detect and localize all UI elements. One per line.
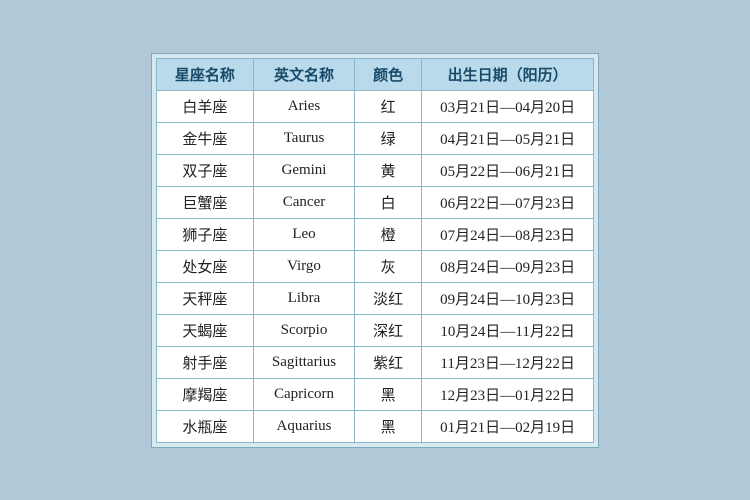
- column-header: 颜色: [355, 58, 422, 90]
- table-cell: Leo: [253, 218, 354, 250]
- table-cell: 处女座: [156, 250, 253, 282]
- table-cell: Sagittarius: [253, 346, 354, 378]
- table-cell: 狮子座: [156, 218, 253, 250]
- table-cell: 黑: [355, 378, 422, 410]
- column-header: 出生日期（阳历）: [422, 58, 594, 90]
- table-cell: Capricorn: [253, 378, 354, 410]
- table-header-row: 星座名称英文名称颜色出生日期（阳历）: [156, 58, 593, 90]
- table-cell: 绿: [355, 122, 422, 154]
- table-row: 水瓶座Aquarius黑01月21日—02月19日: [156, 410, 593, 442]
- table-cell: 10月24日—11月22日: [422, 314, 594, 346]
- table-cell: 紫红: [355, 346, 422, 378]
- table-cell: 双子座: [156, 154, 253, 186]
- table-row: 白羊座Aries红03月21日—04月20日: [156, 90, 593, 122]
- table-cell: 12月23日—01月22日: [422, 378, 594, 410]
- table-cell: Gemini: [253, 154, 354, 186]
- table-cell: 01月21日—02月19日: [422, 410, 594, 442]
- table-body: 白羊座Aries红03月21日—04月20日金牛座Taurus绿04月21日—0…: [156, 90, 593, 442]
- table-cell: 白: [355, 186, 422, 218]
- table-cell: 黑: [355, 410, 422, 442]
- table-cell: Scorpio: [253, 314, 354, 346]
- table-container: 星座名称英文名称颜色出生日期（阳历） 白羊座Aries红03月21日—04月20…: [151, 53, 599, 448]
- table-cell: 黄: [355, 154, 422, 186]
- table-row: 射手座Sagittarius紫红11月23日—12月22日: [156, 346, 593, 378]
- table-cell: 白羊座: [156, 90, 253, 122]
- table-row: 天秤座Libra淡红09月24日—10月23日: [156, 282, 593, 314]
- table-cell: 深红: [355, 314, 422, 346]
- table-cell: Taurus: [253, 122, 354, 154]
- table-cell: Virgo: [253, 250, 354, 282]
- column-header: 星座名称: [156, 58, 253, 90]
- table-cell: 摩羯座: [156, 378, 253, 410]
- table-cell: 橙: [355, 218, 422, 250]
- table-cell: 04月21日—05月21日: [422, 122, 594, 154]
- table-cell: Aries: [253, 90, 354, 122]
- table-cell: 05月22日—06月21日: [422, 154, 594, 186]
- table-cell: 淡红: [355, 282, 422, 314]
- table-cell: Libra: [253, 282, 354, 314]
- table-cell: 07月24日—08月23日: [422, 218, 594, 250]
- table-cell: 天蝎座: [156, 314, 253, 346]
- table-cell: Cancer: [253, 186, 354, 218]
- table-row: 狮子座Leo橙07月24日—08月23日: [156, 218, 593, 250]
- table-row: 天蝎座Scorpio深红10月24日—11月22日: [156, 314, 593, 346]
- table-cell: 09月24日—10月23日: [422, 282, 594, 314]
- table-cell: 天秤座: [156, 282, 253, 314]
- table-cell: 水瓶座: [156, 410, 253, 442]
- table-cell: 灰: [355, 250, 422, 282]
- table-cell: 03月21日—04月20日: [422, 90, 594, 122]
- column-header: 英文名称: [253, 58, 354, 90]
- table-cell: 11月23日—12月22日: [422, 346, 594, 378]
- table-cell: Aquarius: [253, 410, 354, 442]
- table-cell: 08月24日—09月23日: [422, 250, 594, 282]
- table-row: 处女座Virgo灰08月24日—09月23日: [156, 250, 593, 282]
- table-row: 金牛座Taurus绿04月21日—05月21日: [156, 122, 593, 154]
- table-cell: 射手座: [156, 346, 253, 378]
- table-cell: 金牛座: [156, 122, 253, 154]
- zodiac-table: 星座名称英文名称颜色出生日期（阳历） 白羊座Aries红03月21日—04月20…: [156, 58, 594, 443]
- table-cell: 红: [355, 90, 422, 122]
- table-row: 摩羯座Capricorn黑12月23日—01月22日: [156, 378, 593, 410]
- table-row: 巨蟹座Cancer白06月22日—07月23日: [156, 186, 593, 218]
- table-cell: 06月22日—07月23日: [422, 186, 594, 218]
- table-row: 双子座Gemini黄05月22日—06月21日: [156, 154, 593, 186]
- table-cell: 巨蟹座: [156, 186, 253, 218]
